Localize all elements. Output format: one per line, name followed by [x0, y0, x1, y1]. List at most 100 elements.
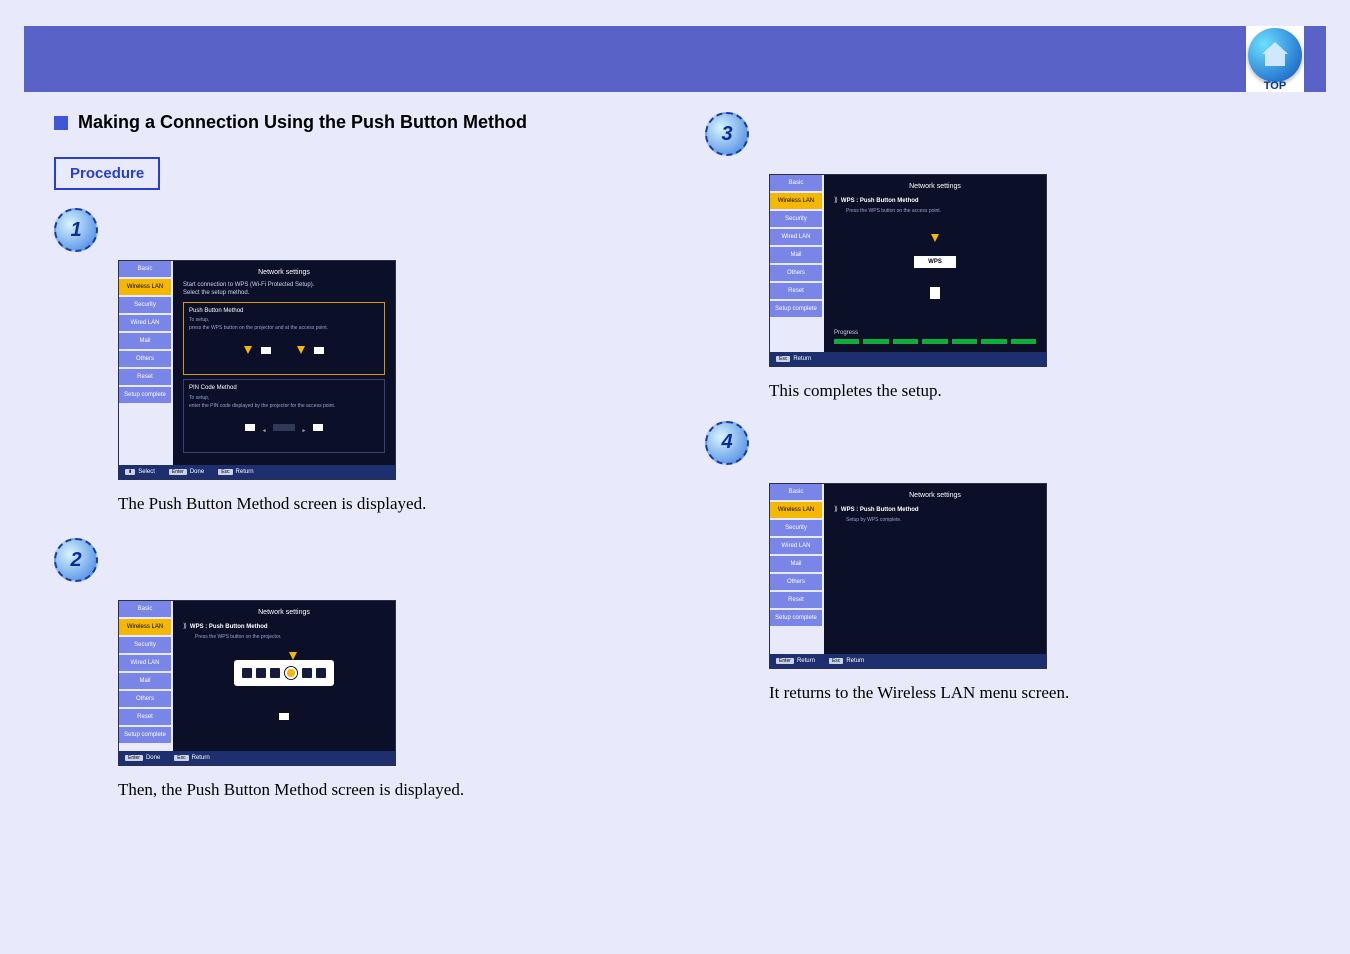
tab-setup-complete: Setup complete	[119, 387, 171, 403]
progress-bar	[834, 339, 1036, 344]
remote-control-icon	[234, 660, 334, 686]
wifi-icon: ⟫	[183, 623, 187, 630]
tab-others: Others	[770, 265, 822, 281]
pin-code-method-box: PIN Code Method To setup, enter the PIN …	[183, 379, 385, 453]
screen2-heading: WPS : Push Button Method	[190, 624, 268, 630]
left-column: Making a Connection Using the Push Butto…	[54, 112, 645, 800]
access-point-icon	[313, 424, 323, 431]
tab-wired-lan: Wired LAN	[119, 655, 171, 671]
panel-title: Network settings	[834, 492, 1036, 499]
tab-wireless-lan: Wireless LAN	[119, 619, 171, 635]
tab-setup-complete: Setup complete	[770, 301, 822, 317]
tab-wireless-lan: Wireless LAN	[770, 193, 822, 209]
tab-security: Security	[770, 211, 822, 227]
wifi-icon: ⟫	[834, 506, 838, 513]
footer-return: Return	[793, 356, 811, 362]
arrow-down-icon	[244, 346, 252, 354]
box1-title: Push Button Method	[189, 308, 379, 316]
top-label: TOP	[1264, 80, 1286, 92]
title-bullet-icon	[54, 116, 68, 130]
tab-mail: Mail	[770, 556, 822, 572]
step-number-3: 3	[705, 112, 749, 156]
push-button-method-box: Push Button Method To setup, press the W…	[183, 302, 385, 376]
screen3-heading: WPS : Push Button Method	[841, 198, 919, 204]
step-number-2: 2	[54, 538, 98, 582]
esc-key-icon: Esc	[776, 356, 790, 362]
tab-reset: Reset	[119, 709, 171, 725]
access-point-icon	[930, 287, 940, 299]
panel-title: Network settings	[183, 269, 385, 276]
screen3-line: Press the WPS button on the access point…	[846, 208, 1036, 214]
box2-title: PIN Code Method	[189, 385, 379, 393]
tab-security: Security	[770, 520, 822, 536]
arrow-down-icon	[931, 234, 939, 242]
box2-line2: enter the PIN code displayed by the proj…	[189, 403, 379, 409]
enter-key-icon: Enter	[169, 469, 187, 475]
step-1: 1	[54, 208, 645, 252]
tab-wired-lan: Wired LAN	[119, 315, 171, 331]
panel-title: Network settings	[183, 609, 385, 616]
screen3-footer: EscReturn	[770, 352, 1046, 366]
footer-return: Return	[192, 755, 210, 761]
footer-select: Select	[138, 469, 155, 475]
pin-display-icon	[273, 424, 295, 431]
tab-basic: Basic	[119, 261, 171, 277]
tab-mail: Mail	[119, 333, 171, 349]
tab-mail: Mail	[119, 673, 171, 689]
step-4: 4	[705, 421, 1296, 465]
box2-line1: To setup,	[189, 395, 379, 401]
access-point-icon	[314, 347, 324, 354]
projector-screen-4: Basic Wireless LAN Security Wired LAN Ma…	[769, 483, 1047, 669]
projector-icon	[245, 424, 255, 431]
tab-wired-lan: Wired LAN	[770, 229, 822, 245]
esc-key-icon: Esc	[174, 755, 188, 761]
tab-basic: Basic	[770, 175, 822, 191]
footer-done: Done	[146, 755, 160, 761]
tab-wired-lan: Wired LAN	[770, 538, 822, 554]
intro-line-1: Start connection to WPS (Wi-Fi Protected…	[183, 282, 385, 290]
esc-key-icon: Esc	[829, 658, 843, 664]
tab-security: Security	[119, 297, 171, 313]
arrows-key-icon: ⬍	[125, 469, 135, 475]
arrow-down-icon	[297, 346, 305, 354]
projector-screen-3: Basic Wireless LAN Security Wired LAN Ma…	[769, 174, 1047, 367]
tab-mail: Mail	[770, 247, 822, 263]
section-title: Making a Connection Using the Push Butto…	[54, 112, 645, 133]
footer-return: Return	[236, 469, 254, 475]
intro-line-2: Select the setup method.	[183, 290, 385, 298]
header-bar: TOP	[24, 26, 1326, 92]
footer-return2: Return	[846, 658, 864, 664]
step1-caption: The Push Button Method screen is display…	[118, 494, 645, 514]
arrow-down-icon	[289, 652, 297, 660]
tab-basic: Basic	[770, 484, 822, 500]
procedure-label: Procedure	[54, 157, 160, 190]
home-icon	[1248, 28, 1302, 82]
right-column: 3 Basic Wireless LAN Security Wired LAN …	[705, 112, 1296, 800]
section-title-text: Making a Connection Using the Push Butto…	[78, 112, 527, 133]
wifi-icon: ⟫	[834, 197, 838, 204]
projector-icon	[261, 347, 271, 354]
step-3: 3	[705, 112, 1296, 156]
tab-others: Others	[119, 691, 171, 707]
tab-others: Others	[119, 351, 171, 367]
step-2: 2	[54, 538, 645, 582]
tab-basic: Basic	[119, 601, 171, 617]
screen2-line: Press the WPS button on the projector.	[195, 634, 385, 640]
step4-caption: It returns to the Wireless LAN menu scre…	[769, 683, 1296, 703]
wps-button: WPS	[914, 256, 956, 268]
projector-screen-2: Basic Wireless LAN Security Wired LAN Ma…	[118, 600, 396, 766]
enter-key-icon: Enter	[125, 755, 143, 761]
progress-label: Progress	[834, 330, 1036, 336]
tab-setup-complete: Setup complete	[119, 727, 171, 743]
box1-line1: To setup,	[189, 317, 379, 323]
tab-setup-complete: Setup complete	[770, 610, 822, 626]
step3-caption: This completes the setup.	[769, 381, 1296, 401]
tab-wireless-lan: Wireless LAN	[770, 502, 822, 518]
panel-title: Network settings	[834, 183, 1036, 190]
top-nav-badge[interactable]: TOP	[1246, 26, 1304, 92]
projector-icon	[279, 713, 289, 720]
screen4-heading: WPS : Push Button Method	[841, 507, 919, 513]
projector-screen-1: Basic Wireless LAN Security Wired LAN Ma…	[118, 260, 396, 480]
tab-wireless-lan: Wireless LAN	[119, 279, 171, 295]
tab-reset: Reset	[770, 283, 822, 299]
